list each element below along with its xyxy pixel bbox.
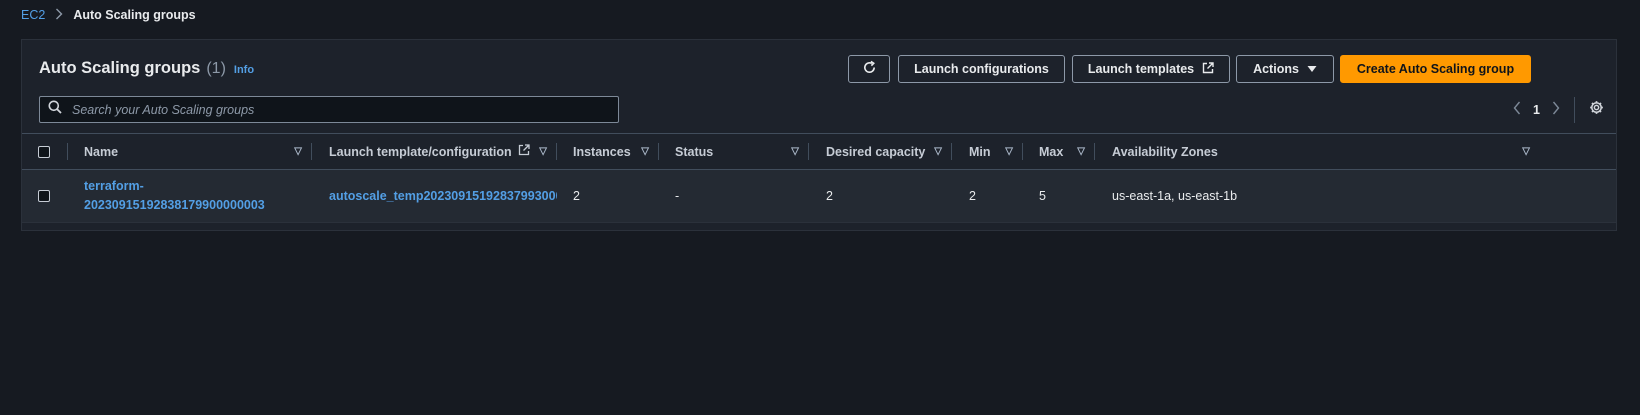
column-header-desired-capacity[interactable]: Desired capacity ▽ xyxy=(826,134,952,169)
sort-icon[interactable]: ▽ xyxy=(539,146,547,157)
pagination: 1 xyxy=(1513,96,1604,124)
refresh-button[interactable] xyxy=(848,55,890,83)
actions-dropdown[interactable]: Actions xyxy=(1236,55,1334,83)
column-divider xyxy=(658,143,659,160)
column-launch-template-label: Launch template/configuration xyxy=(329,144,512,159)
sort-icon[interactable]: ▽ xyxy=(1005,146,1013,157)
column-divider xyxy=(67,143,68,160)
chevron-right-icon xyxy=(55,7,63,23)
external-link-icon xyxy=(1202,61,1214,77)
column-name-label: Name xyxy=(84,144,119,159)
sort-icon[interactable]: ▽ xyxy=(791,146,799,157)
search-icon xyxy=(48,100,62,119)
column-header-status[interactable]: Status ▽ xyxy=(675,134,809,169)
create-auto-scaling-group-button[interactable]: Create Auto Scaling group xyxy=(1340,55,1531,83)
sort-icon[interactable]: ▽ xyxy=(934,146,942,157)
breadcrumb-ec2-link[interactable]: EC2 xyxy=(21,8,45,22)
column-header-launch-template[interactable]: Launch template/configuration ▽ xyxy=(329,134,557,169)
info-link[interactable]: Info xyxy=(234,64,254,76)
search-box[interactable] xyxy=(39,96,619,123)
column-divider xyxy=(808,143,809,160)
column-divider xyxy=(1022,143,1023,160)
max-cell: 5 xyxy=(1039,189,1046,203)
column-az-label: Availability Zones xyxy=(1112,144,1218,159)
pagination-divider xyxy=(1574,97,1575,123)
sort-icon[interactable]: ▽ xyxy=(1077,146,1085,157)
search-input[interactable] xyxy=(70,101,594,118)
launch-configurations-button[interactable]: Launch configurations xyxy=(898,55,1065,83)
column-divider xyxy=(311,143,312,160)
actions-label: Actions xyxy=(1253,62,1299,76)
column-desired-label: Desired capacity xyxy=(826,144,926,159)
panel-header: Auto Scaling groups (1) Info xyxy=(39,59,254,78)
table-header: Name ▽ Launch template/configuration ▽ I… xyxy=(22,133,1616,170)
breadcrumb: EC2 Auto Scaling groups xyxy=(21,7,196,23)
instances-cell: 2 xyxy=(573,189,580,203)
select-all-checkbox[interactable] xyxy=(38,145,50,158)
column-divider xyxy=(1094,143,1095,160)
table-row[interactable]: terraform- 20230915192838179900000003 au… xyxy=(22,170,1616,223)
name-cell: terraform- 20230915192838179900000003 xyxy=(84,170,312,222)
chevron-left-icon[interactable] xyxy=(1513,101,1521,120)
caret-down-icon xyxy=(1307,62,1317,76)
sort-icon[interactable]: ▽ xyxy=(294,146,302,157)
column-header-min[interactable]: Min ▽ xyxy=(969,134,1023,169)
group-name-link[interactable]: terraform- 20230915192838179900000003 xyxy=(84,177,265,215)
desired-capacity-cell: 2 xyxy=(826,189,833,203)
launch-template-link[interactable]: autoscale_temp20230915192837993000 xyxy=(329,189,557,203)
row-checkbox[interactable] xyxy=(38,190,50,202)
launch-template-cell: autoscale_temp20230915192837993000 xyxy=(329,170,557,222)
min-cell: 2 xyxy=(969,189,976,203)
availability-zones-cell: us-east-1a, us-east-1b xyxy=(1112,189,1238,203)
column-instances-label: Instances xyxy=(573,144,631,159)
refresh-icon xyxy=(862,60,877,78)
auto-scaling-groups-table: Name ▽ Launch template/configuration ▽ I… xyxy=(22,133,1616,223)
group-name-line1: terraform- xyxy=(84,179,144,193)
external-link-icon xyxy=(518,144,530,159)
column-min-label: Min xyxy=(969,144,991,159)
group-name-line2: 20230915192838179900000003 xyxy=(84,198,265,212)
column-divider xyxy=(951,143,952,160)
sort-icon[interactable]: ▽ xyxy=(1522,146,1530,157)
column-header-max[interactable]: Max ▽ xyxy=(1039,134,1095,169)
group-count: (1) xyxy=(206,60,226,77)
row-select-cell xyxy=(38,170,68,222)
breadcrumb-current: Auto Scaling groups xyxy=(73,8,196,22)
launch-templates-label: Launch templates xyxy=(1087,62,1195,76)
current-page[interactable]: 1 xyxy=(1533,103,1540,117)
page-title: Auto Scaling groups xyxy=(39,59,201,77)
column-header-availability-zones[interactable]: Availability Zones ▽ xyxy=(1112,134,1540,169)
column-divider xyxy=(556,143,557,160)
select-all-cell xyxy=(38,134,68,169)
launch-templates-button[interactable]: Launch templates xyxy=(1072,55,1230,83)
sort-icon[interactable]: ▽ xyxy=(641,146,649,157)
chevron-right-icon[interactable] xyxy=(1552,101,1560,120)
auto-scaling-groups-panel: Auto Scaling groups (1) Info Launch conf… xyxy=(21,39,1617,231)
column-header-name[interactable]: Name ▽ xyxy=(84,134,312,169)
gear-icon[interactable] xyxy=(1589,100,1604,120)
column-status-label: Status xyxy=(675,144,714,159)
status-cell: - xyxy=(675,189,680,203)
column-header-instances[interactable]: Instances ▽ xyxy=(573,134,659,169)
column-max-label: Max xyxy=(1039,144,1064,159)
